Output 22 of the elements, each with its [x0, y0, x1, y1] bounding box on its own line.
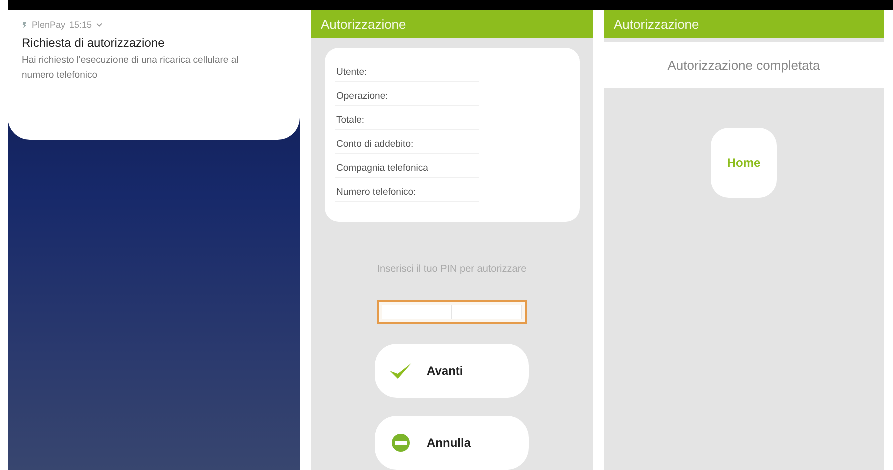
notification-time: 15:15 [70, 20, 92, 30]
app-name: PlenPay [32, 20, 66, 30]
app-header: Autorizzazione [604, 10, 884, 38]
notification-title: Richiesta di autorizzazione [22, 36, 166, 50]
notification-text: Hai richiesto l'esecuzione di una ricarica cellulare al numero telefonico [22, 54, 240, 83]
field-label: Utente: [336, 67, 368, 78]
minus-circle-icon [389, 433, 413, 453]
field-label: Totale: [336, 115, 364, 126]
field-label: Numero telefonico: [336, 187, 416, 198]
app-icon [22, 20, 28, 30]
success-message: Autorizzazione completata [668, 58, 820, 72]
pin-field[interactable] [377, 300, 527, 324]
checkmark-icon [389, 361, 413, 381]
cancel-button[interactable]: Annulla [375, 416, 529, 470]
next-button[interactable]: Avanti [375, 344, 529, 398]
pin-prompt: Inserisci il tuo PIN per autorizzare [377, 264, 527, 275]
field-label: Operazione: [336, 91, 388, 102]
app-header: Autorizzazione [311, 10, 593, 38]
expand-icon[interactable] [96, 22, 104, 28]
notification-card[interactable]: PlenPay 15:15 Richiesta di autorizzazione Hai richiesto l'esecuzione di una ricarica cellulare al numero telefonico [8, 10, 300, 140]
field-label: Conto di addebito: [336, 139, 414, 150]
field-label: Compagnia telefonica [336, 163, 428, 174]
